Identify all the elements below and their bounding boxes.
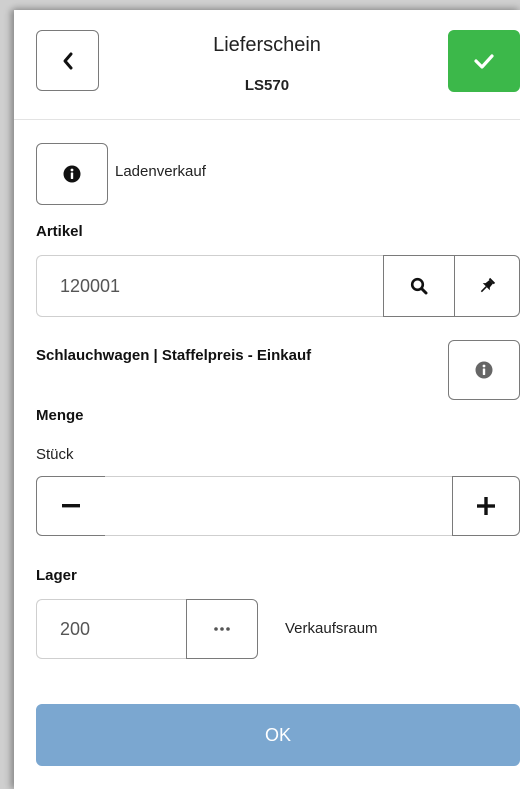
search-button[interactable] [383,255,455,317]
artikel-input[interactable]: 120001 [36,255,384,317]
increment-button[interactable] [452,476,520,536]
check-icon [474,54,494,69]
info-text: Ladenverkauf [115,163,206,180]
info-circle-icon [63,165,81,183]
lager-value: 200 [60,619,91,639]
minus-icon [62,504,80,508]
ok-button[interactable]: OK [36,704,520,766]
menge-unit: Stück [36,446,74,463]
pin-button[interactable] [454,255,520,317]
delivery-note-panel: Lieferschein LS570 Ladenverkauf Artikel … [14,10,520,789]
artikel-description: Schlauchwagen | Staffelpreis - Einkauf [36,347,312,364]
lager-name: Verkaufsraum [285,620,378,637]
artikel-value: 120001 [60,276,121,296]
document-number: LS570 [244,77,290,94]
lager-select-button[interactable] [186,599,258,659]
artikel-label: Artikel [36,223,83,240]
header-divider [14,119,520,120]
decrement-button[interactable] [36,476,106,536]
lager-label: Lager [36,567,77,584]
pin-icon [480,277,496,293]
page-title: Lieferschein [213,34,321,56]
plus-icon [477,497,495,515]
menge-label: Menge [36,407,84,424]
search-icon [410,277,428,295]
quantity-input[interactable] [105,476,453,536]
confirm-button[interactable] [448,30,520,92]
artikel-info-button[interactable] [448,340,520,400]
info-button[interactable] [36,143,108,205]
ok-button-label: OK [264,724,291,745]
lager-input[interactable]: 200 [36,599,187,659]
info-circle-icon [475,361,493,379]
ellipsis-icon [214,627,230,631]
